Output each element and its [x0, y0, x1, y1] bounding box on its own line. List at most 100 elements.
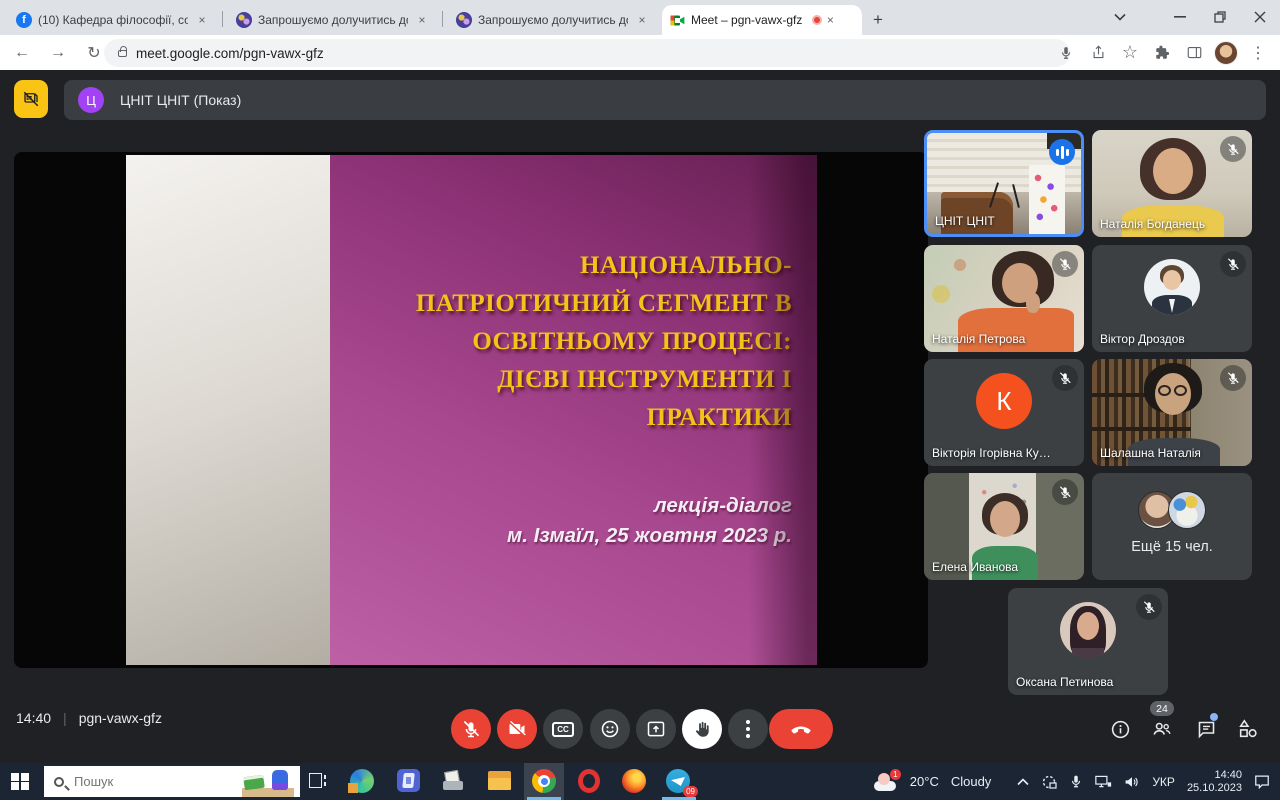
presenter-avatar: Ц [78, 87, 104, 113]
window-close-button[interactable] [1240, 0, 1280, 34]
participant-name: Віктор Дроздов [1100, 332, 1185, 346]
search-input[interactable] [74, 774, 194, 789]
weather-icon[interactable]: 1 [872, 768, 901, 791]
notebook-art [243, 774, 265, 791]
tray-mic-icon[interactable] [1069, 774, 1083, 789]
camera-off-button[interactable] [497, 709, 537, 749]
extensions-puzzle-icon[interactable] [1150, 41, 1174, 65]
taskbar-time: 14:40 [1214, 768, 1242, 781]
captions-button[interactable]: CC [543, 709, 583, 749]
raise-hand-button[interactable] [682, 709, 722, 749]
taskbar-file-explorer-icon[interactable] [487, 769, 512, 794]
tray-snip-icon[interactable] [1041, 774, 1057, 790]
mic-off-button[interactable] [451, 709, 491, 749]
people-panel-icon[interactable] [1150, 717, 1174, 741]
taskbar-firefox-icon[interactable] [622, 769, 647, 794]
taskbar-chrome-icon[interactable] [532, 769, 557, 794]
presentation-warning-button[interactable] [14, 80, 48, 118]
task-view-button[interactable] [306, 770, 328, 792]
tab-search-chevron-icon[interactable] [1100, 0, 1140, 34]
weather-alert-badge: 1 [889, 768, 901, 780]
participant-name: Шалашна Наталія [1100, 446, 1201, 460]
taskbar-telegram-icon[interactable]: 09 [666, 769, 698, 797]
start-button[interactable] [0, 763, 40, 800]
taskbar-edge-icon[interactable] [348, 769, 375, 794]
mic-muted-icon [1220, 136, 1246, 162]
taskbar-search[interactable] [44, 766, 300, 797]
more-participants-avatars [1138, 491, 1206, 529]
browser-tab-1[interactable]: f (10) Кафедра філософії, соціол × [8, 5, 218, 35]
present-button[interactable] [636, 709, 676, 749]
more-participants-tile[interactable]: Ещё 15 чел. [1092, 473, 1252, 580]
avatar-photo [1144, 259, 1200, 315]
presentation-stage[interactable]: НАЦІОНАЛЬНО- ПАТРІОТИЧНИЙ СЕГМЕНТ В ОСВІ… [14, 152, 928, 668]
taskbar-opera-icon[interactable] [578, 769, 603, 794]
backpack-art [272, 770, 288, 790]
window-minimize-button[interactable] [1160, 0, 1200, 34]
glasses-art [1158, 385, 1171, 396]
tray-expand-chevron-icon[interactable] [1017, 777, 1029, 786]
speaking-indicator-icon [1049, 139, 1075, 165]
language-indicator[interactable]: УКР [1152, 775, 1175, 789]
side-panel-icon[interactable] [1182, 41, 1206, 65]
taskbar-printer-icon[interactable] [441, 769, 466, 794]
share-icon[interactable] [1086, 41, 1110, 65]
telegram-badge: 09 [683, 786, 698, 797]
windows-taskbar: 09 1 20°C Cloudy УКР [0, 763, 1280, 800]
activities-icon[interactable] [1236, 717, 1260, 741]
tab-close-icon[interactable]: × [634, 12, 650, 28]
slide-title-line: ДІЄВІ ІНСТРУМЕНТИ І [497, 366, 792, 393]
browser-tab-2[interactable]: Запрошуємо долучитись до за × [228, 5, 438, 35]
browser-menu-kebab-icon[interactable]: ⋮ [1246, 41, 1270, 65]
tab-close-icon[interactable]: × [414, 12, 430, 28]
taskbar-blue-app-icon[interactable] [397, 769, 422, 794]
mic-muted-icon [1220, 365, 1246, 391]
slide-subtitle-line: м. Ізмаїл, 25 жовтня 2023 р. [507, 524, 792, 547]
participant-tile-viktoriia[interactable]: К Вікторія Ігорівна Ку… [924, 359, 1084, 466]
taskbar-clock[interactable]: 14:40 25.10.2023 [1187, 769, 1242, 795]
cc-icon: CC [552, 721, 574, 737]
participant-name: Елена Иванова [932, 560, 1019, 574]
participant-tile-ivanova[interactable]: Елена Иванова [924, 473, 1084, 580]
back-button[interactable]: ← [8, 39, 36, 67]
meeting-details-info-icon[interactable] [1108, 717, 1132, 741]
more-options-button[interactable] [728, 709, 768, 749]
address-bar[interactable]: meet.google.com/pgn-vawx-gfz [104, 39, 1070, 67]
participant-tile-petynova[interactable]: Оксана Петинова [1008, 588, 1168, 695]
avatar-initial: К [976, 373, 1032, 429]
action-center-icon[interactable] [1254, 774, 1270, 789]
browser-tab-3[interactable]: Запрошуємо долучитись до за × [448, 5, 658, 35]
weather-desc[interactable]: Cloudy [951, 774, 991, 789]
participant-tile-drozdov[interactable]: Віктор Дроздов [1092, 245, 1252, 352]
participant-tile-petrova[interactable]: Наталія Петрова [924, 245, 1084, 352]
profile-avatar[interactable] [1214, 40, 1238, 65]
people-count-badge: 24 [1150, 701, 1174, 716]
tab-close-icon[interactable]: × [822, 12, 838, 28]
forward-button[interactable]: → [44, 39, 72, 67]
new-tab-button[interactable]: + [866, 8, 890, 32]
tab-close-icon[interactable]: × [194, 12, 210, 28]
weather-temp[interactable]: 20°C [910, 774, 939, 789]
mic-muted-icon [1220, 251, 1246, 277]
browser-tab-meet-active[interactable]: Meet – pgn-vawx-gfz × [662, 5, 862, 35]
meeting-code: pgn-vawx-gfz [78, 710, 162, 726]
avatar-photo [1168, 491, 1206, 529]
tray-network-display-icon[interactable] [1095, 774, 1112, 789]
screen: f (10) Кафедра філософії, соціол × Запро… [0, 0, 1280, 800]
browser-tabstrip: f (10) Кафедра філософії, соціол × Запро… [0, 0, 1280, 35]
participant-tile-shalashna[interactable]: Шалашна Наталія [1092, 359, 1252, 466]
bookmark-star-icon[interactable]: ☆ [1118, 41, 1142, 65]
person-art [1072, 648, 1104, 658]
reactions-button[interactable] [590, 709, 630, 749]
participant-tile-bogdanets[interactable]: Наталія Богданець [1092, 130, 1252, 237]
tray-volume-icon[interactable] [1124, 775, 1140, 789]
end-call-button[interactable] [769, 709, 833, 749]
mic-toolbar-icon[interactable] [1054, 41, 1078, 65]
slide-title-line: ПРАКТИКИ [646, 404, 792, 431]
presenting-banner[interactable]: Ц ЦНІТ ЦНІТ (Показ) [64, 80, 1266, 120]
window-restore-button[interactable] [1200, 0, 1240, 34]
person-art [1077, 612, 1099, 640]
participant-tile-cnit[interactable]: ЦНІТ ЦНІТ [924, 130, 1084, 237]
slide-title: НАЦІОНАЛЬНО- ПАТРІОТИЧНИЙ СЕГМЕНТ В ОСВІ… [362, 247, 792, 437]
slide-left-panel [126, 155, 330, 665]
